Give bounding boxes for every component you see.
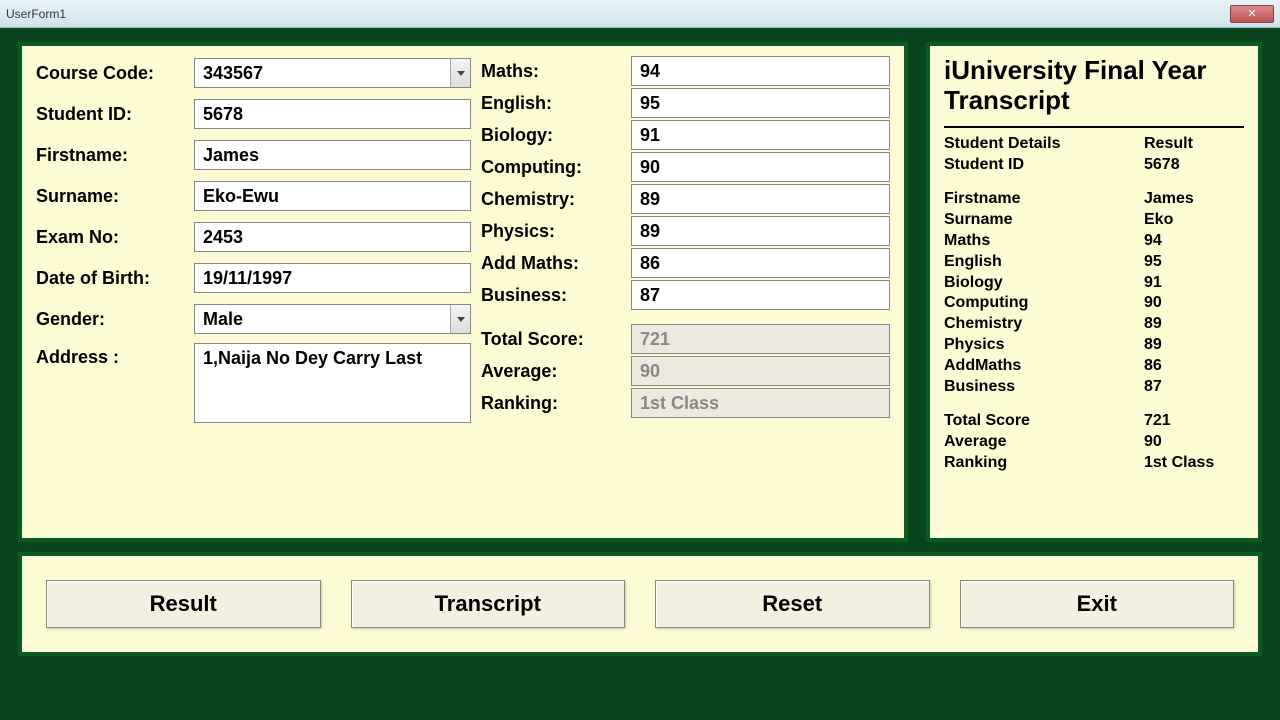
addmaths-row: Add Maths:	[481, 248, 890, 278]
chemistry-label: Chemistry:	[481, 189, 631, 210]
window-title: UserForm1	[6, 7, 66, 21]
student-id-label: Student ID:	[36, 104, 194, 125]
transcript-body: Student Details Result Student ID5678 Fi…	[944, 126, 1244, 474]
spacer	[481, 312, 890, 324]
firstname-row: Firstname:	[36, 138, 471, 172]
firstname-label: Firstname:	[36, 145, 194, 166]
transcript-row: English95	[944, 252, 1244, 273]
titlebar: UserForm1 ✕	[0, 0, 1280, 28]
chemistry-input[interactable]	[631, 184, 890, 214]
exit-button[interactable]: Exit	[960, 580, 1235, 628]
biology-row: Biology:	[481, 120, 890, 150]
addmaths-input[interactable]	[631, 248, 890, 278]
transcript-title: iUniversity Final Year Transcript	[944, 56, 1244, 116]
maths-row: Maths:	[481, 56, 890, 86]
english-row: English:	[481, 88, 890, 118]
transcript-header-left: Student Details	[944, 134, 1144, 155]
biology-label: Biology:	[481, 125, 631, 146]
average-label: Average:	[481, 361, 631, 382]
addmaths-label: Add Maths:	[481, 253, 631, 274]
surname-row: Surname:	[36, 179, 471, 213]
total-label: Total Score:	[481, 329, 631, 350]
result-button[interactable]: Result	[46, 580, 321, 628]
gender-row: Gender:	[36, 302, 471, 336]
ranking-row: Ranking:	[481, 388, 890, 418]
computing-row: Computing:	[481, 152, 890, 182]
transcript-row: SurnameEko	[944, 210, 1244, 231]
transcript-row: Average90	[944, 432, 1244, 453]
ranking-output	[631, 388, 890, 418]
spacer	[944, 397, 1244, 411]
button-panel: Result Transcript Reset Exit	[18, 552, 1262, 656]
transcript-button[interactable]: Transcript	[351, 580, 626, 628]
exam-no-input[interactable]	[194, 222, 471, 252]
transcript-row: Chemistry89	[944, 314, 1244, 335]
course-code-input[interactable]	[194, 58, 471, 88]
physics-label: Physics:	[481, 221, 631, 242]
chevron-down-icon[interactable]	[450, 59, 470, 87]
ranking-label: Ranking:	[481, 393, 631, 414]
transcript-row: Physics89	[944, 335, 1244, 356]
scores-column: Maths: English: Biology: Computing: Chem…	[471, 56, 890, 528]
computing-input[interactable]	[631, 152, 890, 182]
dob-row: Date of Birth:	[36, 261, 471, 295]
dob-input[interactable]	[194, 263, 471, 293]
surname-label: Surname:	[36, 186, 194, 207]
address-input[interactable]	[194, 343, 471, 423]
average-row: Average:	[481, 356, 890, 386]
maths-input[interactable]	[631, 56, 890, 86]
business-label: Business:	[481, 285, 631, 306]
course-code-label: Course Code:	[36, 63, 194, 84]
address-label: Address :	[36, 343, 194, 368]
close-button[interactable]: ✕	[1230, 5, 1274, 23]
spacer	[944, 175, 1244, 189]
surname-input[interactable]	[194, 181, 471, 211]
transcript-row: FirstnameJames	[944, 189, 1244, 210]
exam-no-row: Exam No:	[36, 220, 471, 254]
transcript-row: Ranking1st Class	[944, 453, 1244, 474]
chevron-down-icon[interactable]	[450, 305, 470, 333]
english-input[interactable]	[631, 88, 890, 118]
biology-input[interactable]	[631, 120, 890, 150]
client-area: Course Code: Student ID: Firstname: Surn…	[0, 28, 1280, 720]
transcript-row: Biology91	[944, 273, 1244, 294]
gender-input[interactable]	[194, 304, 471, 334]
transcript-row: Total Score721	[944, 411, 1244, 432]
transcript-row: Business87	[944, 377, 1244, 398]
transcript-row: Computing90	[944, 293, 1244, 314]
physics-input[interactable]	[631, 216, 890, 246]
student-id-row: Student ID:	[36, 97, 471, 131]
physics-row: Physics:	[481, 216, 890, 246]
gender-combo[interactable]	[194, 304, 471, 334]
total-row: Total Score:	[481, 324, 890, 354]
transcript-panel: iUniversity Final Year Transcript Studen…	[926, 42, 1262, 542]
total-output	[631, 324, 890, 354]
gender-label: Gender:	[36, 309, 194, 330]
firstname-input[interactable]	[194, 140, 471, 170]
computing-label: Computing:	[481, 157, 631, 178]
reset-button[interactable]: Reset	[655, 580, 930, 628]
top-row: Course Code: Student ID: Firstname: Surn…	[18, 42, 1262, 542]
details-column: Course Code: Student ID: Firstname: Surn…	[36, 56, 471, 528]
dob-label: Date of Birth:	[36, 268, 194, 289]
chemistry-row: Chemistry:	[481, 184, 890, 214]
average-output	[631, 356, 890, 386]
exam-no-label: Exam No:	[36, 227, 194, 248]
maths-label: Maths:	[481, 61, 631, 82]
address-row: Address :	[36, 343, 471, 423]
course-code-combo[interactable]	[194, 58, 471, 88]
course-code-row: Course Code:	[36, 56, 471, 90]
english-label: English:	[481, 93, 631, 114]
business-row: Business:	[481, 280, 890, 310]
transcript-row: Maths94	[944, 231, 1244, 252]
transcript-row: AddMaths86	[944, 356, 1244, 377]
business-input[interactable]	[631, 280, 890, 310]
student-id-input[interactable]	[194, 99, 471, 129]
transcript-header-right: Result	[1144, 134, 1244, 155]
form-panel: Course Code: Student ID: Firstname: Surn…	[18, 42, 908, 542]
transcript-header: Student Details Result	[944, 134, 1244, 155]
transcript-row: Student ID5678	[944, 155, 1244, 176]
